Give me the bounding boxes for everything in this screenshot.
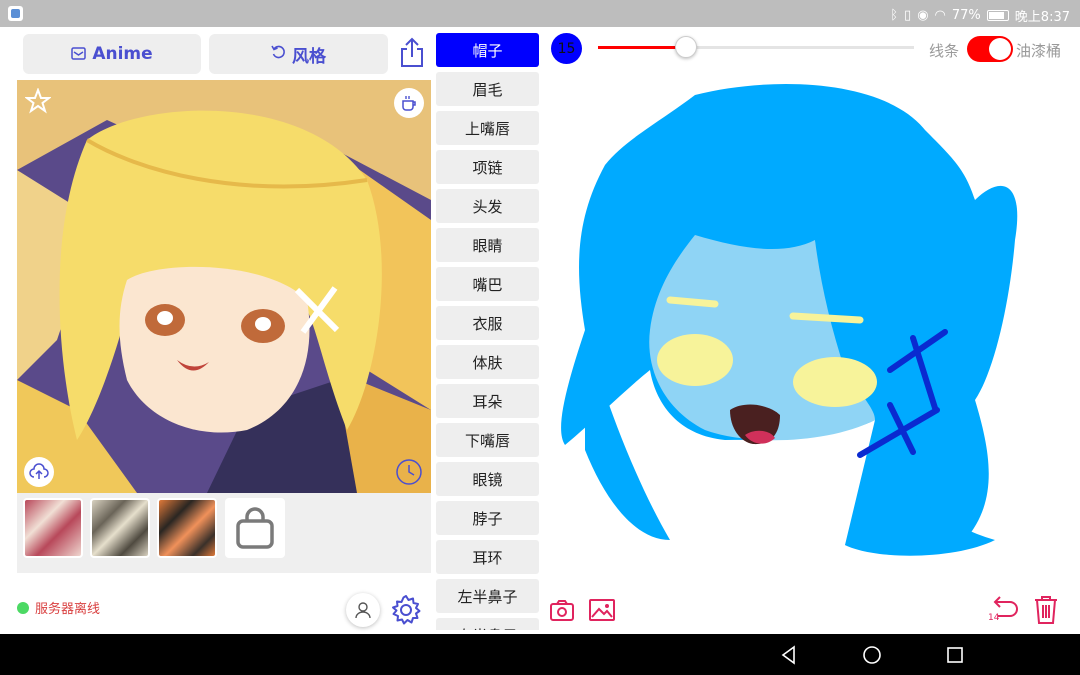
gear-icon — [392, 595, 421, 625]
part-item[interactable]: 嘴巴 — [436, 267, 539, 301]
cloud-upload-icon — [29, 463, 49, 479]
style-button-label: 风格 — [292, 46, 326, 67]
status-bar: ᛒ ▯ ◉ ◠ 77% 晚上8:37 — [0, 0, 1080, 27]
camera-icon — [550, 600, 574, 621]
image-icon — [589, 599, 615, 621]
bluetooth-icon: ᛒ — [890, 8, 899, 23]
slider-fill — [598, 46, 687, 49]
style-thumb-2[interactable] — [90, 498, 150, 558]
part-list: 帽子 眉毛 上嘴唇 项链 头发 眼睛 嘴巴 衣服 体肤 耳朵 下嘴唇 眼镜 脖子… — [436, 33, 539, 630]
anime-button-label: Anime — [92, 44, 153, 64]
part-item[interactable]: 耳朵 — [436, 384, 539, 418]
clock: 晚上8:37 — [1014, 10, 1070, 25]
star-icon — [24, 87, 52, 114]
lines-mode-label: 线条 — [929, 42, 960, 60]
vibrate-icon: ▯ — [904, 8, 912, 23]
camera-button[interactable] — [549, 598, 575, 626]
store-button[interactable] — [225, 498, 285, 558]
part-item[interactable]: 帽子 — [436, 33, 539, 67]
wifi-icon: ◠ — [934, 8, 946, 23]
battery-icon — [986, 10, 1009, 21]
brush-size-badge[interactable]: 15 — [551, 33, 582, 64]
undo-button[interactable]: 14 — [986, 594, 1022, 626]
toggle-knob — [989, 38, 1011, 60]
app-icon — [8, 6, 23, 21]
clock-icon — [396, 459, 422, 485]
back-icon[interactable] — [778, 644, 800, 666]
favorite-button[interactable] — [24, 87, 52, 118]
status-dot — [17, 601, 29, 614]
share-button[interactable] — [398, 36, 426, 68]
style-thumb-3[interactable] — [157, 498, 217, 558]
part-item[interactable]: 脖子 — [436, 501, 539, 535]
drawing-canvas[interactable] — [545, 70, 1080, 590]
part-item[interactable]: 体肤 — [436, 345, 539, 379]
refresh-icon — [271, 45, 286, 64]
eye-comfort-icon: ◉ — [917, 8, 929, 23]
paint-bucket-label: 油漆桶 — [1016, 42, 1062, 60]
style-thumb-1[interactable] — [23, 498, 83, 558]
undo-count: 14 — [988, 613, 1000, 623]
history-button[interactable] — [394, 457, 424, 487]
gallery-button[interactable] — [588, 598, 616, 626]
part-item[interactable]: 左半鼻子 — [436, 579, 539, 613]
share-icon — [401, 37, 423, 67]
server-status-text: 服务器离线 — [35, 602, 101, 617]
part-item[interactable]: 头发 — [436, 189, 539, 223]
delete-button[interactable] — [1032, 594, 1060, 630]
coffee-button[interactable] — [394, 88, 424, 118]
part-item[interactable]: 项链 — [436, 150, 539, 184]
server-status: 服务器离线 — [17, 598, 100, 617]
style-button[interactable]: 风格 — [209, 34, 388, 74]
part-item[interactable]: 右半鼻子 — [436, 618, 539, 630]
recents-icon[interactable] — [944, 644, 966, 666]
part-item[interactable]: 衣服 — [436, 306, 539, 340]
slider-thumb[interactable] — [675, 36, 698, 58]
anime-button[interactable]: Anime — [23, 34, 201, 74]
upload-button[interactable] — [24, 457, 54, 487]
navigation-bar — [0, 634, 1080, 675]
part-item[interactable]: 上嘴唇 — [436, 111, 539, 145]
user-icon — [355, 602, 371, 619]
part-item[interactable]: 眉毛 — [436, 72, 539, 106]
trash-icon — [1035, 596, 1057, 624]
part-item[interactable]: 眼睛 — [436, 228, 539, 262]
settings-button[interactable] — [389, 593, 423, 627]
home-icon[interactable] — [861, 644, 883, 666]
coffee-icon — [402, 96, 416, 111]
mail-icon — [71, 45, 87, 64]
part-item[interactable]: 耳环 — [436, 540, 539, 574]
profile-button[interactable] — [346, 593, 380, 627]
shopping-bag-icon — [236, 507, 274, 549]
battery-percent: 77% — [951, 8, 981, 23]
fill-mode-toggle[interactable] — [967, 36, 1013, 62]
part-item[interactable]: 眼镜 — [436, 462, 539, 496]
part-item[interactable]: 下嘴唇 — [436, 423, 539, 457]
result-image — [17, 80, 431, 493]
style-gallery — [17, 493, 431, 573]
brush-size-slider[interactable] — [598, 36, 914, 58]
